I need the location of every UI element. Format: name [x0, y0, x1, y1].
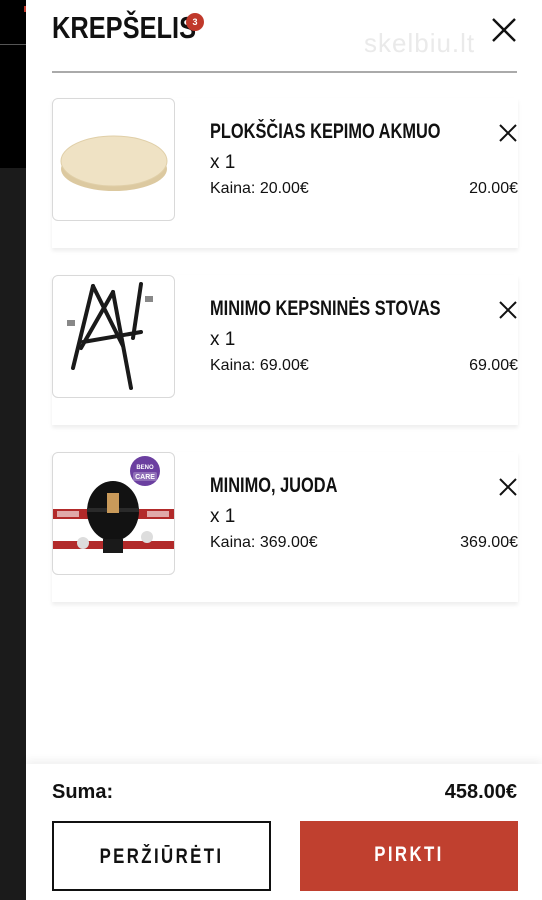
product-quantity: x 1 [210, 506, 236, 527]
sum-label: Suma: [52, 781, 114, 803]
cart-footer: Suma: 458.00€ PERŽIŪRĖTI PIRKTI [26, 764, 542, 900]
remove-item-icon[interactable] [497, 476, 519, 498]
cart-count-badge: 3 [186, 13, 204, 31]
product-image-pizza-stone[interactable] [52, 98, 175, 221]
product-total: 20.00€ [469, 180, 518, 197]
header-divider [52, 71, 517, 73]
product-name[interactable]: PLOKŠČIAS KEPIMO AKMUO [210, 120, 441, 144]
product-name[interactable]: MINIMO KEPSNINĖS STOVAS [210, 297, 441, 321]
cart-item: MINIMO KEPSNINĖS STOVAS x 1 Kaina: 69.00… [52, 275, 518, 425]
cart-item: BENO CARE MINIMO, JUODA x 1 Kaina: 369.0… [52, 452, 518, 602]
grill-stand-image [67, 282, 153, 390]
product-quantity: x 1 [210, 152, 236, 173]
product-total: 369.00€ [460, 534, 518, 551]
background-page [0, 0, 27, 900]
product-name[interactable]: MINIMO, JUODA [210, 474, 337, 498]
product-image-grill-stand[interactable] [52, 275, 175, 398]
close-icon[interactable] [490, 16, 518, 44]
cart-item: PLOKŠČIAS KEPIMO AKMUO x 1 Kaina: 20.00€… [52, 98, 518, 248]
background-divider [0, 44, 26, 45]
product-quantity: x 1 [210, 329, 236, 350]
remove-item-icon[interactable] [497, 122, 519, 144]
view-cart-label: PERŽIŪRĖTI [99, 845, 224, 868]
buy-label: PIRKTI [374, 843, 444, 866]
product-price: Kaina: 369.00€ [210, 534, 318, 551]
product-total: 69.00€ [469, 357, 518, 374]
watermark: skelbiu.lt [364, 28, 476, 58]
badge-text-2: CARE [135, 474, 155, 481]
remove-item-icon[interactable] [497, 299, 519, 321]
sum-value: 458.00€ [444, 781, 517, 803]
product-price: Kaina: 69.00€ [210, 357, 309, 374]
product-price: Kaina: 20.00€ [210, 180, 309, 197]
pizza-stone-image [60, 135, 168, 191]
view-cart-button[interactable]: PERŽIŪRĖTI [52, 821, 271, 891]
kamado-grill-image: BENO CARE [53, 456, 174, 553]
buy-button[interactable]: PIRKTI [300, 821, 518, 891]
cart-title: KREPŠELIS [52, 10, 197, 45]
badge-text-1: BENO [136, 465, 154, 471]
product-image-kamado-grill[interactable]: BENO CARE [52, 452, 175, 575]
background-header [0, 0, 26, 168]
